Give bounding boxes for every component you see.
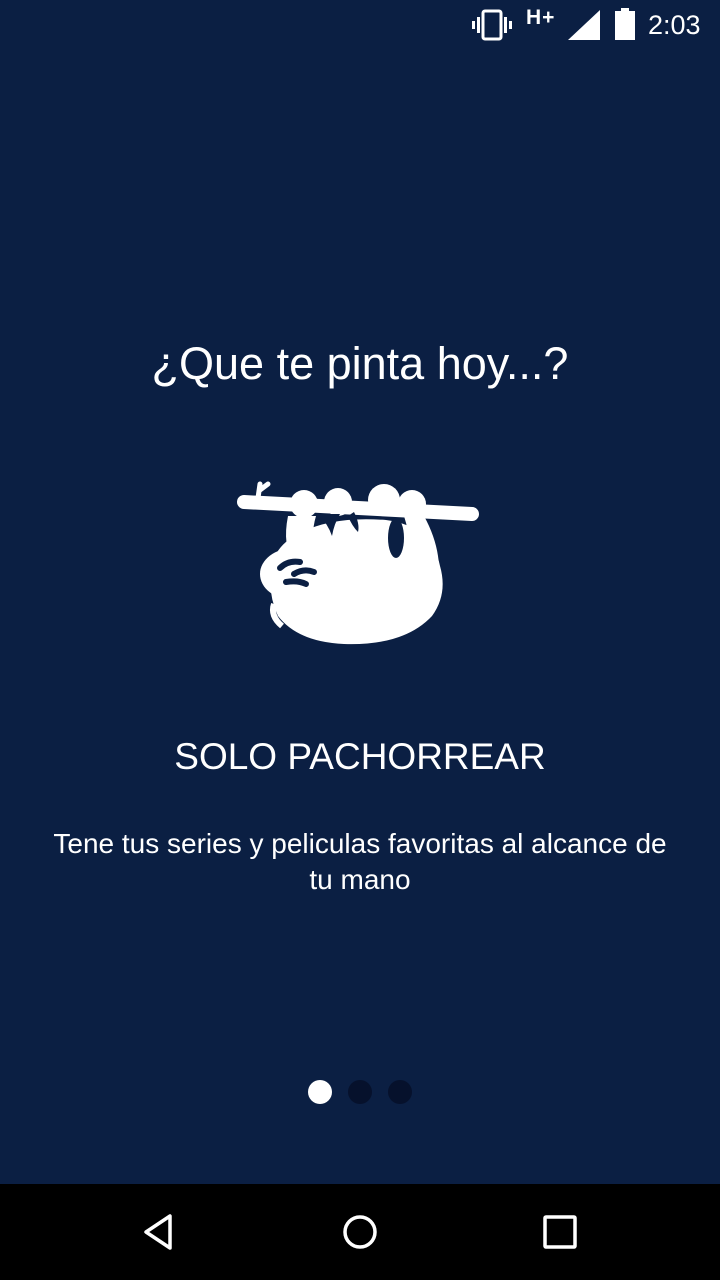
home-button[interactable]: [336, 1208, 384, 1256]
page-dot-2[interactable]: [348, 1080, 372, 1104]
onboarding-screen: H+ 2:03 ¿Que te pinta hoy...? SOLO PACHO…: [0, 0, 720, 1280]
feature-description: Tene tus series y peliculas favoritas al…: [53, 828, 667, 895]
feature-title: SOLO PACHORREAR: [174, 736, 546, 777]
page-indicator: [0, 1080, 720, 1104]
onboarding-headline: ¿Que te pinta hoy...?: [151, 338, 569, 389]
signal-icon: [568, 10, 600, 40]
recents-button[interactable]: [536, 1208, 584, 1256]
sloth-icon: [237, 481, 479, 645]
back-button[interactable]: [136, 1208, 184, 1256]
battery-icon: [615, 8, 635, 40]
vibrate-icon: [472, 9, 512, 41]
page-dot-3[interactable]: [388, 1080, 412, 1104]
navigation-bar: [0, 1184, 720, 1280]
status-clock: 2:03: [648, 10, 701, 40]
network-type-label: H+: [526, 6, 556, 29]
page-dot-1[interactable]: [308, 1080, 332, 1104]
recents-icon: [543, 1215, 577, 1249]
home-icon: [343, 1215, 377, 1249]
status-bar: H+ 2:03: [0, 0, 720, 50]
back-icon: [144, 1214, 172, 1250]
